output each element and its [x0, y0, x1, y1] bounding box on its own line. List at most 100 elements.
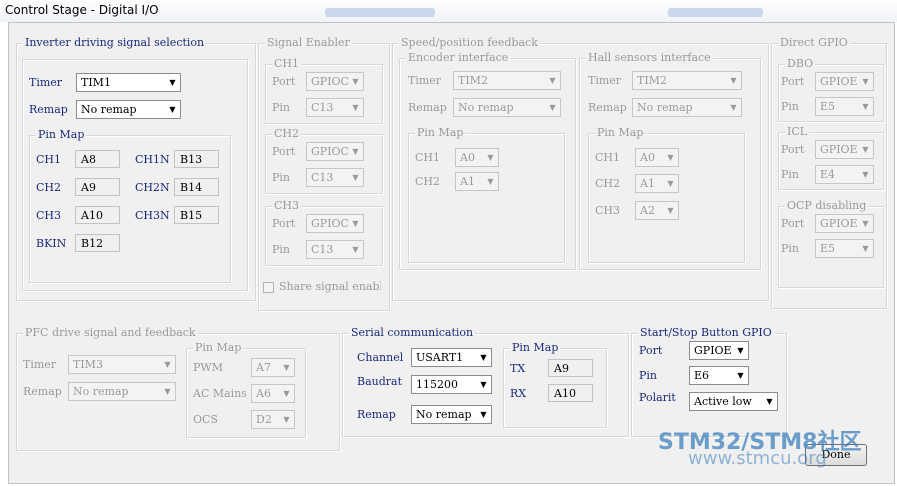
port-label: Port: [272, 217, 296, 230]
timer-value: TIM1: [81, 76, 111, 89]
pinmap-legend: Pin Map: [595, 126, 646, 140]
ocp-legend: OCP disabling: [785, 199, 869, 213]
chevron-down-icon: ▼: [487, 177, 494, 186]
pfc-pwm-dropdown[interactable]: A7 ▼: [251, 358, 295, 377]
remap-dropdown[interactable]: No remap ▼: [76, 100, 181, 119]
icl-pin-value: E4: [820, 168, 836, 181]
chevron-down-icon: ▼: [862, 102, 869, 111]
ch3-pin-dropdown[interactable]: C13 ▼: [306, 240, 364, 259]
hall-timer-dropdown[interactable]: TIM2 ▼: [632, 71, 742, 90]
chevron-down-icon: ▼: [283, 389, 290, 398]
chevron-down-icon: ▼: [164, 360, 171, 369]
dbo-pin-dropdown[interactable]: E5 ▼: [815, 97, 874, 116]
pin-label: Pin: [272, 171, 291, 184]
hall-ch2-value: A1: [640, 177, 655, 190]
chevron-down-icon: ▼: [352, 147, 359, 156]
background-window-blur: [668, 8, 763, 17]
chevron-down-icon: ▼: [169, 78, 176, 87]
icl-port-dropdown[interactable]: GPIOE ▼: [815, 140, 874, 159]
chevron-down-icon: ▼: [766, 397, 773, 406]
ch1-pin-dropdown[interactable]: C13 ▼: [306, 98, 364, 117]
serial-remap-dropdown[interactable]: No remap ▼: [411, 405, 492, 424]
hall-group: Hall sensors interface Timer TIM2 ▼ Rema…: [579, 51, 761, 270]
pfc-ocs-dropdown[interactable]: D2 ▼: [251, 410, 295, 429]
ch2-pin-dropdown[interactable]: C13 ▼: [306, 168, 364, 187]
encoder-ch1-dropdown[interactable]: A0 ▼: [455, 148, 499, 167]
hall-ch3-value: A2: [640, 204, 655, 217]
ch1-legend: CH1: [272, 57, 302, 71]
ch1-port-dropdown[interactable]: GPIOC ▼: [306, 72, 364, 91]
startstop-pin-dropdown[interactable]: E6 ▼: [689, 366, 749, 385]
pin-value-rx: A10: [548, 384, 593, 402]
encoder-remap-dropdown[interactable]: No remap ▼: [453, 98, 561, 117]
ocp-disabling-group: OCP disabling Port GPIOE ▼ Pin E5 ▼: [778, 199, 884, 288]
chevron-down-icon: ▼: [283, 415, 290, 424]
ocp-port-dropdown[interactable]: GPIOE ▼: [815, 214, 874, 233]
signal-enabler-legend: Signal Enabler: [265, 36, 352, 50]
polarity-value: Active low: [694, 395, 752, 408]
chevron-down-icon: ▼: [667, 153, 674, 162]
pfc-remap-value: No remap: [73, 385, 129, 398]
pfc-legend: PFC drive signal and feedback: [23, 326, 198, 340]
pin-label: Pin: [781, 100, 800, 113]
remap-label: Remap: [408, 101, 447, 114]
encoder-ch2-dropdown[interactable]: A1 ▼: [455, 172, 499, 191]
pin-value-ch3: A10: [75, 206, 120, 224]
port-label: Port: [639, 344, 663, 357]
ch3-port-dropdown[interactable]: GPIOC ▼: [306, 214, 364, 233]
pin-label-ch3n: CH3N: [135, 209, 170, 222]
inverter-group: Inverter driving signal selection Timer …: [16, 36, 256, 301]
startstop-port-value: GPIOE: [694, 344, 732, 357]
signal-enabler-ch3-group: CH3 Port GPIOC ▼ Pin C13 ▼: [265, 199, 383, 266]
hall-ch1-dropdown[interactable]: A0 ▼: [635, 148, 679, 167]
chevron-down-icon: ▼: [352, 245, 359, 254]
chevron-down-icon: ▼: [352, 219, 359, 228]
pin-label-ch1: CH1: [595, 151, 621, 164]
timer-label: Timer: [29, 76, 63, 89]
hall-remap-dropdown[interactable]: No remap ▼: [632, 98, 742, 117]
serial-remap-value: No remap: [416, 408, 472, 421]
ocp-pin-dropdown[interactable]: E5 ▼: [815, 239, 874, 258]
encoder-timer-dropdown[interactable]: TIM2 ▼: [453, 71, 561, 90]
hall-timer-value: TIM2: [637, 74, 667, 87]
remap-label: Remap: [588, 101, 627, 114]
ch2-port-dropdown[interactable]: GPIOC ▼: [306, 142, 364, 161]
pin-value-ch2: A9: [75, 178, 120, 196]
icl-port-value: GPIOE: [820, 143, 858, 156]
remap-value: No remap: [81, 103, 137, 116]
signal-enabler-ch1-group: CH1 Port GPIOC ▼ Pin C13 ▼: [265, 57, 383, 124]
startstop-port-dropdown[interactable]: GPIOE ▼: [689, 341, 749, 360]
pin-label-ac-mains: AC Mains: [193, 387, 247, 400]
share-signal-label: Share signal enabl: [279, 280, 381, 293]
baudrate-dropdown[interactable]: 115200 ▼: [411, 375, 492, 394]
chevron-down-icon: ▼: [352, 103, 359, 112]
share-signal-checkbox[interactable]: [263, 282, 274, 293]
hall-ch3-dropdown[interactable]: A2 ▼: [635, 201, 679, 220]
dbo-port-dropdown[interactable]: GPIOE ▼: [815, 72, 874, 91]
hall-ch2-dropdown[interactable]: A1 ▼: [635, 174, 679, 193]
speed-feedback-group: Speed/position feedback Encoder interfac…: [392, 36, 769, 301]
pfc-ac-mains-dropdown[interactable]: A6 ▼: [251, 384, 295, 403]
background-window-blur: [325, 8, 435, 17]
pin-label-ch1n: CH1N: [135, 153, 170, 166]
port-label: Port: [272, 145, 296, 158]
baudrate-value: 115200: [416, 378, 458, 391]
chevron-down-icon: ▼: [352, 173, 359, 182]
pin-label-ch2n: CH2N: [135, 181, 170, 194]
startstop-legend: Start/Stop Button GPIO: [638, 326, 774, 340]
channel-dropdown[interactable]: USART1 ▼: [411, 348, 492, 367]
remap-label: Remap: [357, 408, 396, 421]
pfc-timer-dropdown[interactable]: TIM3 ▼: [68, 355, 176, 374]
polarity-dropdown[interactable]: Active low ▼: [689, 392, 778, 411]
startstop-group: Start/Stop Button GPIO Port GPIOE ▼ Pin …: [631, 326, 787, 437]
timer-dropdown[interactable]: TIM1 ▼: [76, 73, 181, 92]
direct-gpio-legend: Direct GPIO: [778, 36, 850, 50]
icl-pin-dropdown[interactable]: E4 ▼: [815, 165, 874, 184]
pin-label-ocs: OCS: [193, 413, 218, 426]
pfc-remap-dropdown[interactable]: No remap ▼: [68, 382, 176, 401]
startstop-pin-value: E6: [694, 369, 710, 382]
encoder-timer-value: TIM2: [458, 74, 488, 87]
serial-pinmap-group: Pin Map TX A9 RX A10: [503, 341, 607, 428]
chevron-down-icon: ▼: [667, 206, 674, 215]
chevron-down-icon: ▼: [862, 219, 869, 228]
